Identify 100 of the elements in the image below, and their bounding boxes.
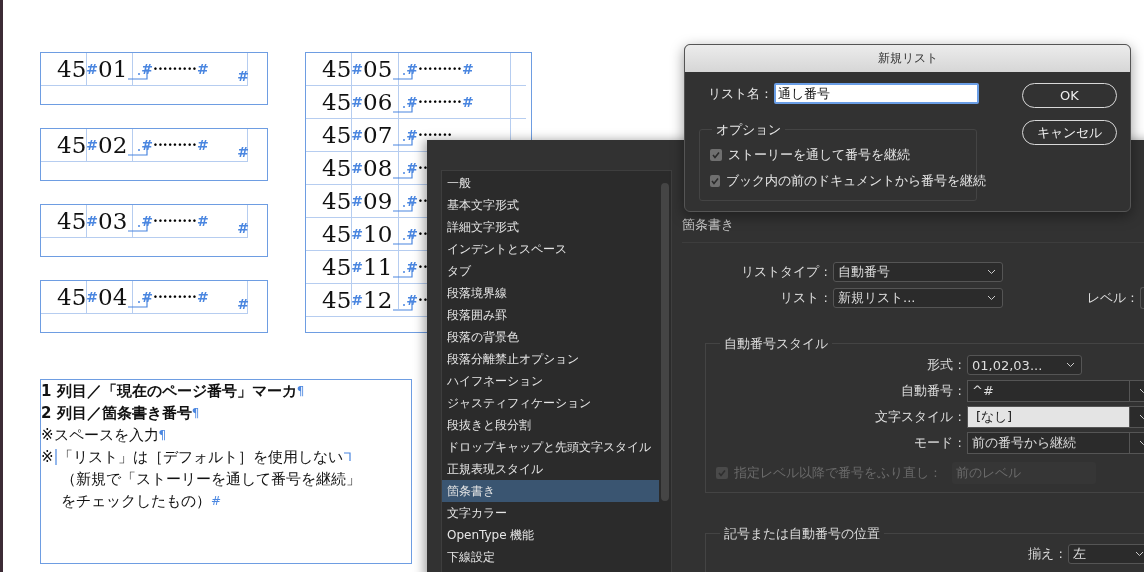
list-number: 08: [363, 156, 393, 180]
category-item[interactable]: 正規表現スタイル: [442, 458, 659, 480]
list-number: 12: [363, 288, 393, 312]
category-item[interactable]: 一般: [442, 172, 659, 194]
category-item[interactable]: 段落囲み罫: [442, 304, 659, 326]
window-title: 新規リスト: [685, 45, 1130, 72]
marker-symbol: #: [196, 214, 209, 228]
dropdown[interactable]: 左: [1068, 544, 1144, 564]
marker-symbol: #: [141, 214, 154, 228]
paragraph-mark: ¶: [191, 406, 200, 420]
marker-symbol: #: [406, 62, 419, 76]
list-number: 11: [363, 255, 393, 279]
list-number: 02: [98, 133, 128, 157]
chevron-icon: [987, 295, 996, 301]
marker-symbol: #: [141, 62, 154, 76]
category-item[interactable]: 文字カラー: [442, 502, 659, 524]
page-number: 45: [322, 123, 352, 147]
leader-dots: ·········: [153, 290, 197, 304]
category-item[interactable]: 段落の背景色: [442, 326, 659, 348]
category-item[interactable]: 箇条書き: [442, 480, 659, 502]
category-item[interactable]: OpenType 機能: [442, 524, 659, 546]
page-number: 45: [57, 209, 87, 233]
checkbox-label: ストーリーを通して番号を継続: [728, 146, 910, 164]
marker-symbol: #: [461, 62, 474, 76]
chevron-icon: [1066, 362, 1075, 368]
marker-symbol: #: [406, 161, 419, 175]
combo-box[interactable]: 前の番号から継続: [967, 432, 1144, 454]
list-number: 10: [363, 222, 393, 246]
leader-dots: ·········: [153, 138, 197, 152]
marker-symbol: #: [406, 293, 419, 307]
page-number: 45: [57, 285, 87, 309]
field-label: リストタイプ :: [740, 263, 828, 281]
field-label: 揃え :: [1028, 545, 1063, 563]
marker-symbol: #: [351, 128, 363, 142]
category-item[interactable]: 段落境界線: [442, 282, 659, 304]
scrollbar-thumb[interactable]: [661, 183, 669, 501]
note-text: をチェックしたもの）: [61, 491, 211, 511]
marker-symbol: #: [86, 290, 98, 304]
field-label: 自動番号 :: [900, 382, 962, 400]
marker-symbol: #: [406, 95, 419, 109]
marker-symbol: #: [86, 62, 98, 76]
marker-symbol: #: [406, 194, 419, 208]
category-item[interactable]: タブ: [442, 260, 659, 282]
page-number: 45: [322, 90, 352, 114]
category-item[interactable]: 基本文字形式: [442, 194, 659, 216]
field-label: レベル :: [1087, 289, 1135, 307]
category-item[interactable]: 段抜きと段分割: [442, 414, 659, 436]
group-title: オプション: [712, 121, 785, 139]
field-label: リスト :: [779, 289, 828, 307]
category-item[interactable]: 下線設定: [442, 546, 659, 568]
dropdown[interactable]: 自動番号: [833, 262, 1003, 282]
input-field[interactable]: 通し番号: [773, 83, 979, 104]
list-number: 03: [98, 209, 128, 233]
marker-symbol: #: [351, 260, 363, 274]
marker-symbol: #: [196, 290, 209, 304]
leader-dots: ·········: [418, 62, 462, 76]
page-number: 45: [57, 57, 87, 81]
dropdown[interactable]: 新規リスト...: [833, 288, 1003, 308]
field-label: 形式 :: [926, 356, 962, 374]
note-text: 1 列目／「現在のページ番号」マーカ: [41, 381, 297, 401]
leader-dots: ·········: [153, 62, 197, 76]
category-item[interactable]: ハイフネーション: [442, 370, 659, 392]
page-number: 45: [322, 57, 352, 81]
marker-symbol: #: [86, 138, 98, 152]
page-number: 45: [322, 189, 352, 213]
category-item[interactable]: 段落分離禁止オプション: [442, 348, 659, 370]
note-text: ※: [41, 448, 54, 466]
combo-box[interactable]: ^#: [967, 380, 1144, 402]
page-number: 45: [322, 156, 352, 180]
marker-symbol: #: [351, 227, 363, 241]
field-label: 文字スタイル :: [874, 408, 962, 426]
dropdown[interactable]: 01,02,03...: [967, 355, 1082, 375]
marker-symbol: #: [141, 138, 154, 152]
category-item[interactable]: ドロップキャップと先頭文字スタイル: [442, 436, 659, 458]
category-item[interactable]: インデントとスペース: [442, 238, 659, 260]
end-marker: #: [237, 69, 249, 83]
checkbox[interactable]: [710, 175, 720, 187]
marker-symbol: #: [196, 138, 209, 152]
marker-symbol: #: [86, 214, 98, 228]
section-title: 箇条書き: [682, 216, 1144, 243]
list-number: 04: [98, 285, 128, 309]
list-number: 05: [363, 57, 393, 81]
marker-symbol: #: [406, 260, 419, 274]
checkbox[interactable]: [710, 149, 722, 161]
marker-symbol: #: [406, 227, 419, 241]
note-text: 「リスト」は［デフォルト］を使用しない: [57, 447, 343, 467]
page-number: 45: [322, 255, 352, 279]
marker-symbol: #: [351, 161, 363, 175]
end-marker: #: [237, 221, 249, 235]
category-item[interactable]: 詳細文字形式: [442, 216, 659, 238]
marker-symbol: #: [196, 62, 209, 76]
combo-box[interactable]: [なし]: [967, 406, 1144, 428]
leader-dots: ··: [418, 227, 428, 241]
field-label: モード :: [913, 434, 962, 452]
list-number: 01: [98, 57, 128, 81]
field-label: リスト名 :: [708, 84, 769, 103]
checkbox-label: ブック内の前のドキュメントから番号を継続: [726, 172, 986, 190]
category-item[interactable]: ジャスティフィケーション: [442, 392, 659, 414]
marker-symbol: #: [461, 95, 474, 109]
note-text: ※スペースを入力: [41, 425, 159, 445]
